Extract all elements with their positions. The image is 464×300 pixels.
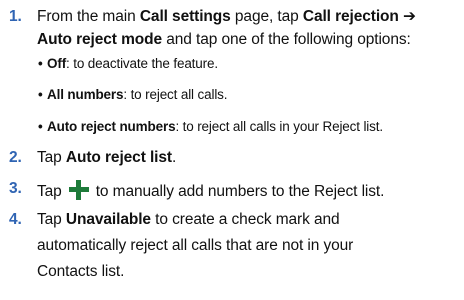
bullet-all-numbers: • All numbers: to reject all calls.	[38, 87, 228, 102]
step-number: 2.	[9, 149, 22, 166]
step-1-line-1: From the main Call settings page, tap Ca…	[37, 8, 416, 25]
call-settings-label: Call settings	[139, 8, 231, 25]
step-4-line-3: Contacts list.	[37, 263, 125, 280]
bullet-off: • Off: to deactivate the feature.	[38, 56, 218, 71]
call-rejection-path: Call rejection ➔	[302, 8, 416, 25]
bullet-auto-reject-numbers: • Auto reject numbers: to reject all call…	[38, 119, 383, 134]
step-4-line-1: Tap Unavailable to create a check mark a…	[37, 211, 340, 228]
step-1-line-2: Auto reject mode and tap one of the foll…	[37, 31, 411, 48]
step-4-line-2: automatically reject all calls that are …	[37, 237, 354, 254]
instructions-document: 1. From the main Call settings page, tap…	[0, 0, 464, 300]
unavailable-label: Unavailable	[65, 211, 151, 228]
step-number: 4.	[9, 211, 22, 228]
step-number: 1.	[9, 8, 22, 25]
auto-reject-mode-label: Auto reject mode	[37, 31, 163, 48]
step-number: 3.	[9, 180, 22, 197]
auto-reject-list-label: Auto reject list	[65, 149, 172, 166]
plus-icon	[66, 177, 92, 203]
